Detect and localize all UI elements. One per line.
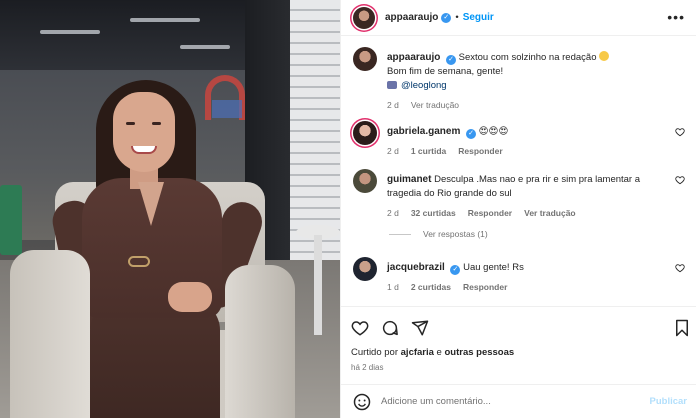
action-bar — [341, 306, 696, 346]
verified-icon: ✓ — [446, 54, 456, 65]
caption-line-3: @leoglong — [387, 79, 667, 93]
ceiling-light — [40, 30, 100, 34]
instagram-post-view: appaaraujo ✓ • Seguir ••• appaaraujo ✓ S… — [0, 0, 696, 418]
emoji-icon[interactable] — [353, 393, 371, 411]
heart-icon[interactable] — [675, 127, 685, 137]
post-header: appaaraujo ✓ • Seguir ••• — [341, 0, 696, 36]
comment-body: jacquebrazil ✓ Uau gente! Rs 1 d 2 curti… — [387, 261, 667, 294]
comment-likes[interactable]: 1 curtida — [411, 144, 446, 158]
comment-username[interactable]: gabriela.ganem — [387, 126, 460, 137]
avatar[interactable] — [353, 257, 377, 281]
view-replies-label[interactable]: Ver respostas (1) — [423, 229, 488, 239]
reply-button[interactable]: Responder — [463, 280, 507, 294]
heart-icon[interactable] — [675, 263, 685, 273]
header-username[interactable]: appaaraujo — [385, 12, 438, 23]
comment-icon[interactable] — [381, 319, 399, 337]
post-side-panel: appaaraujo ✓ • Seguir ••• appaaraujo ✓ S… — [340, 0, 696, 418]
comment-item: guimanet Desculpa .Mas nao e pra rir e s… — [353, 169, 687, 219]
side-table-leg — [314, 235, 322, 335]
verified-icon: ✓ — [450, 264, 461, 275]
comments-list[interactable]: appaaraujo ✓ Sextou com solzinho na reda… — [341, 37, 696, 305]
green-chair — [0, 185, 22, 255]
bookmark-icon[interactable] — [673, 319, 691, 337]
verified-icon: ✓ — [466, 128, 476, 139]
caption-line-2: Bom fim de semana, gente! — [387, 66, 504, 77]
person-eye — [152, 122, 161, 125]
comment-item: gabriela.ganem ✓ 😍😍😍 2 d 1 curtida Respo… — [353, 121, 687, 158]
comment-item: jacquebrazil ✓ Uau gente! Rs 1 d 2 curti… — [353, 257, 687, 294]
post-photo[interactable] — [0, 0, 340, 418]
person-lapel — [138, 182, 164, 226]
comment-composer: Adicione um comentário... Publicar — [341, 384, 696, 418]
comment-time[interactable]: 1 d — [387, 280, 399, 294]
comment-body: gabriela.ganem ✓ 😍😍😍 2 d 1 curtida Respo… — [387, 125, 667, 158]
comment-likes[interactable]: 2 curtidas — [411, 280, 451, 294]
translate-link[interactable]: Ver tradução — [524, 206, 576, 220]
caption-username[interactable]: appaaraujo — [387, 52, 440, 63]
comment-meta: 2 d 1 curtida Responder — [387, 144, 667, 158]
liked-by-others[interactable]: outras pessoas — [444, 347, 514, 358]
armchair-arm-left — [10, 250, 90, 418]
avatar[interactable] — [353, 169, 377, 193]
liked-by-user[interactable]: ajcfaria — [401, 347, 434, 358]
comment-time[interactable]: 2 d — [387, 206, 399, 220]
caption-body: appaaraujo ✓ Sextou com solzinho na reda… — [387, 51, 667, 112]
comment-meta: 2 d 32 curtidas Responder Ver tradução — [387, 206, 667, 220]
like-heart-icon[interactable] — [351, 319, 369, 337]
person-smile — [131, 146, 157, 154]
more-icon[interactable]: ••• — [667, 10, 685, 24]
share-icon[interactable] — [411, 319, 429, 337]
comment-text: Uau gente! Rs — [463, 262, 524, 273]
person-face — [113, 92, 175, 172]
belt-buckle — [128, 256, 150, 267]
liked-by-mid: e — [433, 347, 445, 358]
sun-emoji-icon — [599, 51, 610, 61]
comment-text: 😍😍😍 — [478, 126, 509, 137]
mention-link[interactable]: @leoglong — [401, 80, 447, 91]
caption-text: appaaraujo ✓ Sextou com solzinho na reda… — [387, 51, 667, 65]
comment-username[interactable]: guimanet — [387, 174, 431, 185]
translate-link[interactable]: Ver tradução — [411, 98, 459, 112]
comment-likes[interactable]: 32 curtidas — [411, 206, 456, 220]
caption-meta: 2 d Ver tradução — [387, 98, 667, 112]
caption-time[interactable]: 2 d — [387, 98, 399, 112]
view-replies-button[interactable]: Ver respostas (1) — [389, 229, 488, 239]
verified-icon: ✓ — [441, 12, 452, 23]
avatar[interactable] — [353, 121, 377, 145]
follow-button[interactable]: Seguir — [463, 12, 494, 23]
replies-divider — [389, 233, 411, 235]
studio-screen-blue — [212, 100, 242, 118]
person-hands — [168, 282, 212, 312]
reply-button[interactable]: Responder — [468, 206, 512, 220]
caption: appaaraujo ✓ Sextou com solzinho na reda… — [353, 47, 687, 110]
ceiling-light — [130, 18, 200, 22]
person-eye — [126, 122, 135, 125]
avatar[interactable] — [353, 6, 375, 29]
post-date[interactable]: há 2 dias — [351, 363, 383, 372]
comment-username[interactable]: jacquebrazil — [387, 262, 445, 273]
publish-button[interactable]: Publicar — [650, 396, 688, 407]
reply-button[interactable]: Responder — [458, 144, 502, 158]
separator-dot: • — [455, 12, 459, 23]
ceiling-light — [180, 45, 230, 49]
liked-by: Curtido por ajcfaria e outras pessoas — [351, 347, 514, 358]
armchair-arm-right — [225, 265, 295, 418]
camera-emoji-icon — [387, 81, 397, 89]
comment-input[interactable]: Adicione um comentário... — [381, 396, 650, 407]
comment-body: guimanet Desculpa .Mas nao e pra rir e s… — [387, 173, 667, 220]
comment-meta: 1 d 2 curtidas Responder — [387, 280, 667, 294]
caption-line-1: Sextou com solzinho na redação — [458, 52, 597, 63]
avatar[interactable] — [353, 47, 377, 71]
liked-by-prefix: Curtido por — [351, 347, 401, 358]
comment-time[interactable]: 2 d — [387, 144, 399, 158]
heart-icon[interactable] — [675, 175, 685, 185]
